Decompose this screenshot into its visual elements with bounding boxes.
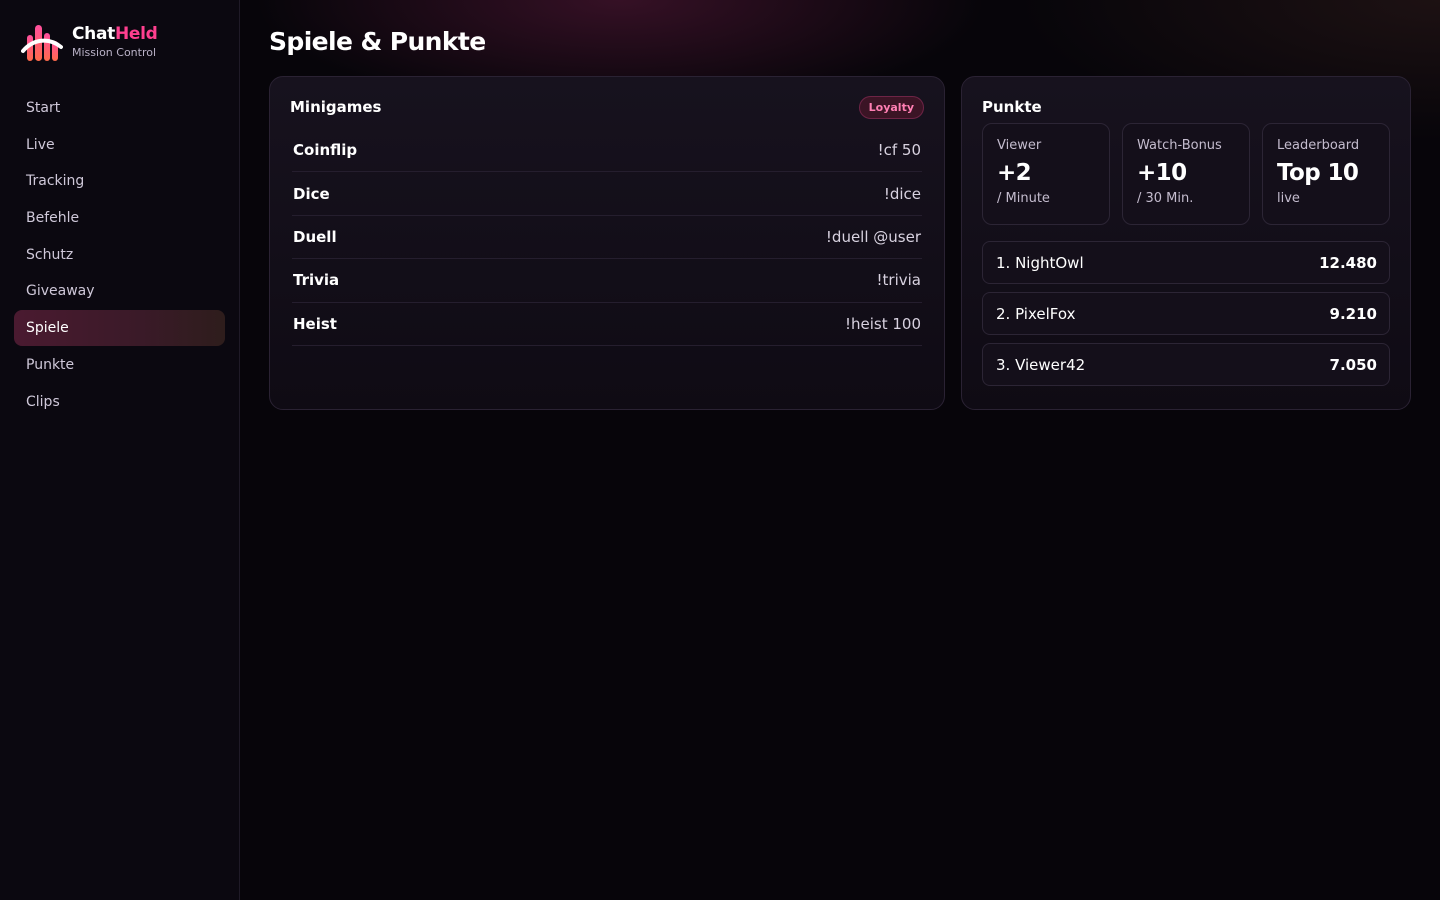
stat-value: +2 [997, 160, 1032, 186]
leaderboard-name: 3. Viewer42 [996, 355, 1086, 374]
game-row-duell[interactable]: Duell !duell @user [292, 216, 922, 260]
leaderboard-row[interactable]: 1. NightOwl 12.480 [982, 241, 1390, 284]
sidebar: ChatHeld Mission Control Start Live Trac… [0, 0, 240, 900]
brand-name-part1: Chat [72, 24, 115, 44]
game-command: !duell @user [825, 227, 921, 246]
stat-value: +10 [1137, 160, 1187, 186]
sidebar-item-tracking[interactable]: Tracking [14, 163, 225, 199]
leaderboard-row[interactable]: 3. Viewer42 7.050 [982, 343, 1390, 386]
minigames-title: Minigames [290, 98, 382, 116]
leaderboard-score: 9.210 [1329, 304, 1377, 323]
stat-label: Watch-Bonus [1137, 138, 1222, 153]
brand-name: ChatHeld [72, 26, 158, 43]
stat-watch-bonus: Watch-Bonus +10 / 30 Min. [1122, 123, 1250, 225]
stat-leaderboard: Leaderboard Top 10 live [1262, 123, 1390, 225]
leaderboard-list: 1. NightOwl 12.480 2. PixelFox 9.210 3. … [982, 241, 1390, 386]
stat-value: Top 10 [1277, 160, 1359, 186]
points-card: Punkte Viewer +2 / Minute Watch-Bonus +1… [961, 76, 1411, 410]
game-name: Trivia [293, 271, 340, 290]
leaderboard-row[interactable]: 2. PixelFox 9.210 [982, 292, 1390, 335]
brand[interactable]: ChatHeld Mission Control [21, 20, 225, 64]
brand-name-part2: Held [114, 24, 158, 44]
stat-viewer: Viewer +2 / Minute [982, 123, 1110, 225]
minigames-list: Coinflip !cf 50 Dice !dice Duell !duell … [292, 129, 922, 346]
stat-label: Leaderboard [1277, 138, 1360, 153]
sidebar-item-live[interactable]: Live [14, 127, 225, 163]
sidebar-item-punkte[interactable]: Punkte [14, 347, 225, 383]
points-title: Punkte [982, 98, 1042, 116]
leaderboard-score: 7.050 [1329, 355, 1377, 374]
game-row-trivia[interactable]: Trivia !trivia [292, 259, 922, 303]
leaderboard-name: 2. PixelFox [996, 304, 1076, 323]
stat-sub: / Minute [997, 191, 1050, 206]
game-command: !heist 100 [844, 314, 921, 333]
game-name: Dice [293, 184, 330, 203]
minigames-card: Minigames Loyalty Coinflip !cf 50 Dice !… [269, 76, 945, 410]
leaderboard-name: 1. NightOwl [996, 253, 1084, 272]
sidebar-item-spiele[interactable]: Spiele [14, 310, 225, 347]
sidebar-item-schutz[interactable]: Schutz [14, 237, 225, 273]
stat-sub: live [1277, 191, 1300, 206]
sidebar-item-start[interactable]: Start [14, 90, 225, 126]
game-command: !cf 50 [877, 141, 921, 160]
page-title: Spiele & Punkte [269, 27, 486, 56]
stat-label: Viewer [997, 138, 1042, 153]
loyalty-badge: Loyalty [858, 95, 924, 119]
game-row-coinflip[interactable]: Coinflip !cf 50 [292, 129, 922, 173]
points-stats: Viewer +2 / Minute Watch-Bonus +10 / 30 … [982, 123, 1390, 225]
sidebar-item-befehle[interactable]: Befehle [14, 200, 225, 236]
app: ChatHeld Mission Control Start Live Trac… [0, 0, 1440, 900]
game-row-heist[interactable]: Heist !heist 100 [292, 303, 922, 346]
chatheld-logo-icon [21, 25, 63, 61]
sidebar-item-giveaway[interactable]: Giveaway [14, 273, 225, 309]
brand-subtitle: Mission Control [72, 46, 157, 59]
leaderboard-score: 12.480 [1319, 253, 1377, 272]
game-name: Heist [293, 314, 337, 333]
main-content: Spiele & Punkte Minigames Loyalty Coinfl… [240, 0, 1440, 900]
game-name: Coinflip [293, 141, 358, 160]
game-command: !trivia [876, 271, 921, 290]
stat-sub: / 30 Min. [1137, 191, 1194, 206]
game-row-dice[interactable]: Dice !dice [292, 172, 922, 216]
game-command: !dice [883, 184, 921, 203]
game-name: Duell [293, 227, 337, 246]
sidebar-item-clips[interactable]: Clips [14, 384, 225, 420]
sidebar-nav: Start Live Tracking Befehle Schutz Givea… [14, 90, 225, 420]
